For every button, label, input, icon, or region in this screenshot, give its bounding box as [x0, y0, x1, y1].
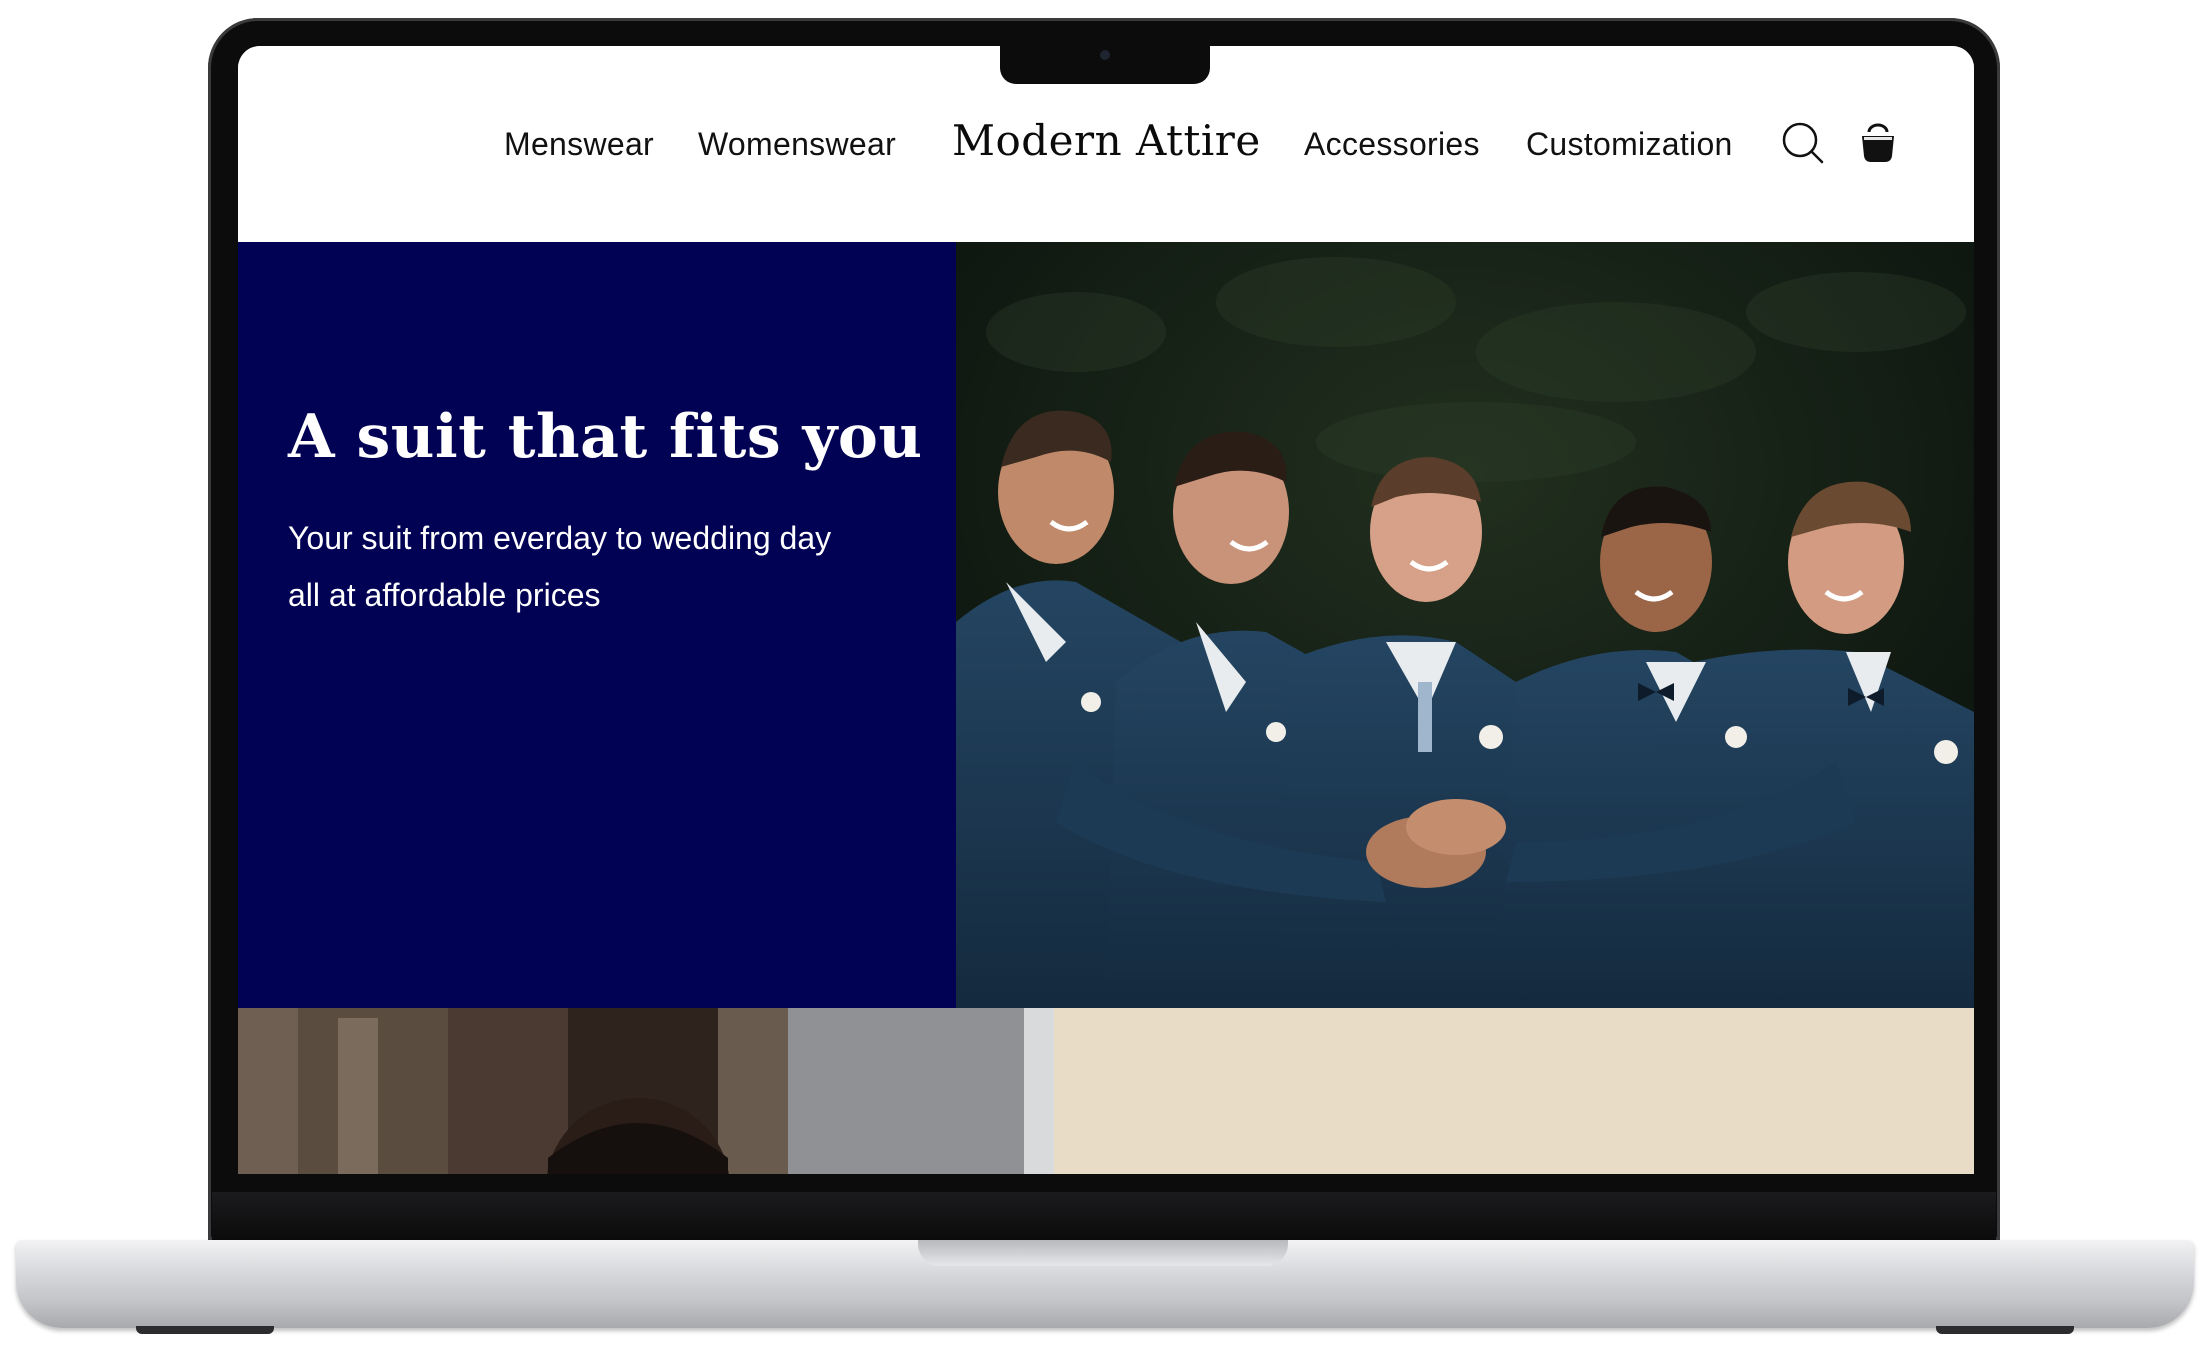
- laptop-foot-left: [136, 1326, 274, 1334]
- brand-logo[interactable]: Modern Attire: [952, 116, 1261, 165]
- laptop-bezel-bottom: [212, 1192, 1996, 1240]
- laptop-opening-groove: [918, 1240, 1288, 1266]
- nav-link-accessories[interactable]: Accessories: [1304, 126, 1480, 163]
- nav-link-menswear[interactable]: Menswear: [504, 126, 654, 163]
- search-icon[interactable]: [1780, 120, 1828, 168]
- laptop-screen: Menswear Womenswear Modern Attire Access…: [238, 46, 1974, 1174]
- hero-title: A suit that fits you: [288, 402, 923, 472]
- groomsmen-photo: [956, 242, 1974, 1008]
- nav-link-customization[interactable]: Customization: [1526, 126, 1733, 163]
- camera-icon: [1100, 50, 1110, 60]
- hero-subtitle: Your suit from everday to wedding day al…: [288, 520, 832, 613]
- model-portrait-photo: [238, 1008, 1054, 1174]
- shopping-bag-icon[interactable]: [1854, 120, 1902, 168]
- cream-panel: [1054, 1008, 1974, 1174]
- laptop-foot-right: [1936, 1326, 2074, 1334]
- nav-link-womenswear[interactable]: Womenswear: [698, 126, 896, 163]
- hero-panel: A suit that fits you Your suit from ever…: [238, 242, 956, 1008]
